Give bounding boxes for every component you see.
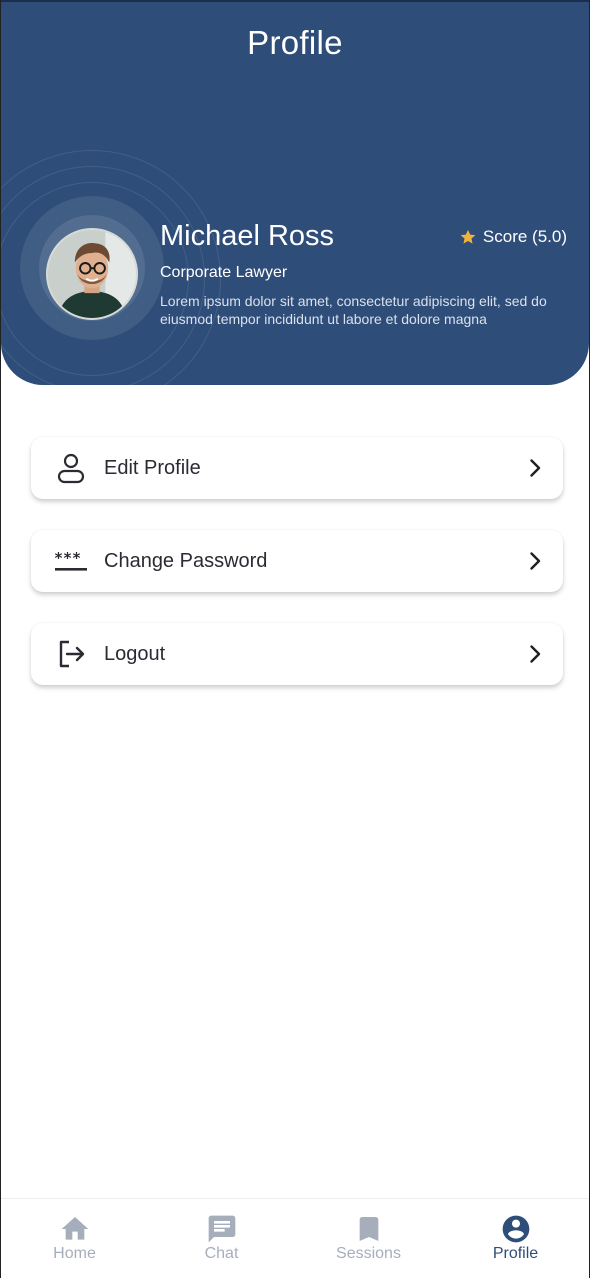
- nav-sessions[interactable]: Sessions: [295, 1199, 442, 1278]
- change-password-button[interactable]: *** Change Password: [31, 530, 563, 592]
- logout-label: Logout: [104, 642, 166, 665]
- avatar: [46, 228, 138, 320]
- chevron-right-icon: [530, 645, 541, 663]
- change-password-label: Change Password: [104, 549, 268, 572]
- nav-profile-label: Profile: [492, 1245, 539, 1262]
- logout-icon: [53, 636, 89, 672]
- page-title: Profile: [247, 24, 343, 61]
- chevron-right-icon: [530, 552, 541, 570]
- star-icon: [460, 229, 476, 244]
- profile-header: Profile Michael Ross Corporate Lawyer Lo…: [1, 0, 589, 385]
- edit-profile-button[interactable]: Edit Profile: [31, 437, 563, 499]
- bottom-navigation: Home Chat Sessions Profile: [1, 1198, 589, 1278]
- chat-icon: [208, 1215, 235, 1243]
- nav-profile[interactable]: Profile: [442, 1199, 589, 1278]
- home-icon: [61, 1217, 88, 1240]
- user-outline-icon: [53, 450, 89, 486]
- password-icon: ***: [53, 543, 89, 579]
- nav-chat[interactable]: Chat: [148, 1199, 295, 1278]
- edit-profile-label: Edit Profile: [104, 456, 201, 479]
- score-badge: Score (5.0): [459, 227, 567, 247]
- nav-home-label: Home: [53, 1245, 96, 1262]
- nav-chat-label: Chat: [204, 1245, 239, 1262]
- score-label: Score (5.0): [482, 227, 567, 246]
- profile-role: Corporate Lawyer: [160, 264, 288, 281]
- nav-home[interactable]: Home: [1, 1199, 148, 1278]
- avatar-photo: [48, 230, 136, 318]
- account-circle-icon: [502, 1215, 529, 1243]
- profile-bio: Lorem ipsum dolor sit amet, consectetur …: [160, 293, 547, 327]
- bookmark-icon: [359, 1217, 378, 1241]
- nav-sessions-label: Sessions: [336, 1245, 401, 1262]
- svg-text:***: ***: [54, 549, 81, 567]
- profile-name: Michael Ross: [160, 220, 335, 252]
- chevron-right-icon: [530, 459, 541, 477]
- logout-button[interactable]: Logout: [31, 623, 563, 685]
